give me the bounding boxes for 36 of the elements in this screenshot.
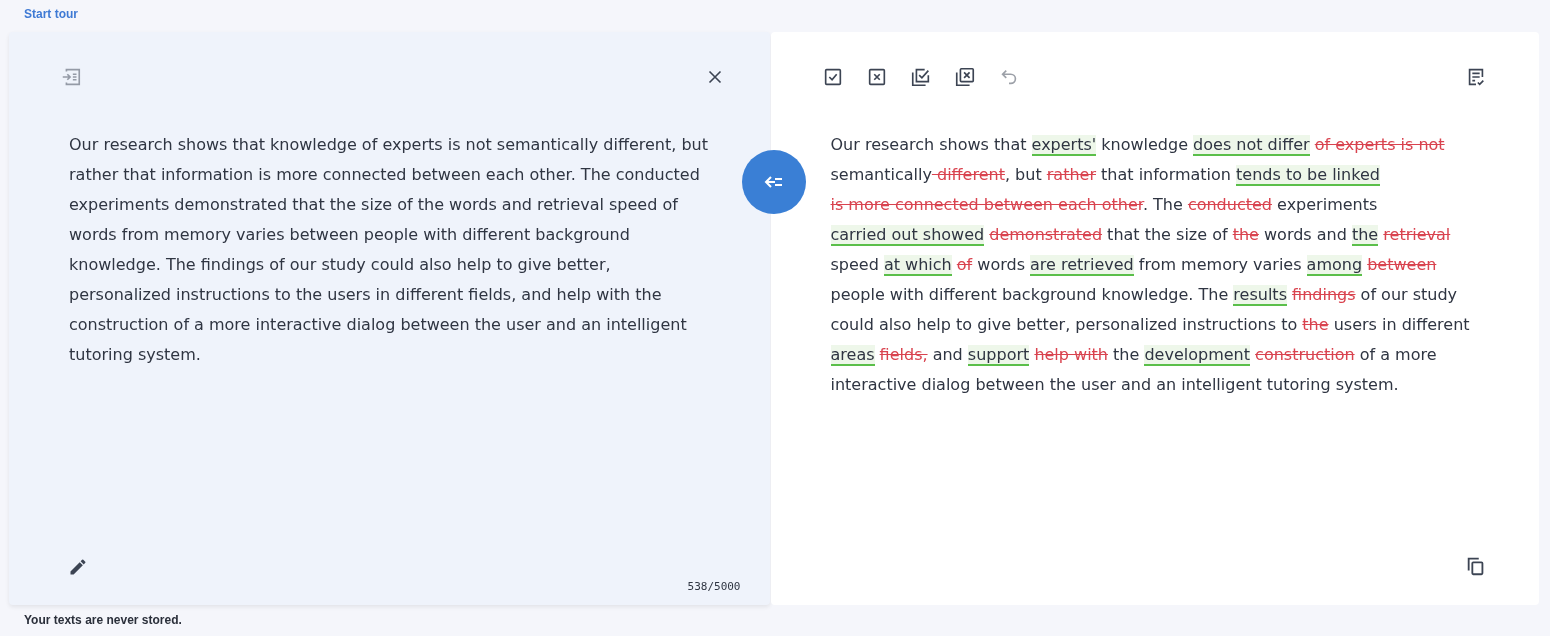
deleted-text[interactable]: conducted	[1187, 195, 1272, 214]
source-text[interactable]: Our research shows that knowledge of experts is not semantically different, but rather that information is more connected between each other. The conducted experiments demonstrated that the size of the words and retrieval speed of words from memory varies between people with different background knowledge. The findings of our study could also help to give better, personalized instructions to the users in different fields, and help with the construction of a more interactive dialog between the user and an intelligent tutoring system.	[56, 130, 730, 553]
inserted-text[interactable]: areas	[830, 345, 875, 366]
deleted-text[interactable]: of	[956, 255, 973, 274]
stacked-cross-icon	[953, 66, 976, 88]
inserted-text[interactable]: are retrieved	[1030, 255, 1134, 276]
inserted-text[interactable]: results	[1233, 285, 1287, 306]
deleted-text[interactable]: the	[1232, 225, 1259, 244]
deleted-text[interactable]: the	[1302, 315, 1329, 334]
deleted-text[interactable]: rather	[1046, 165, 1096, 184]
deleted-text[interactable]: demonstrated	[989, 225, 1103, 244]
deleted-text[interactable]: is more connected between each other	[830, 195, 1143, 214]
privacy-note: Your texts are never stored.	[23, 612, 183, 627]
inserted-text[interactable]: tends to be linked	[1236, 165, 1380, 186]
deleted-text[interactable]: between	[1367, 255, 1437, 274]
character-counter: 538/5000	[687, 580, 741, 593]
inserted-text[interactable]: support	[967, 345, 1030, 366]
deleted-text[interactable]: construction	[1255, 345, 1355, 364]
inserted-text[interactable]: experts'	[1031, 135, 1097, 156]
deleted-text[interactable]: retrieval	[1383, 225, 1451, 244]
deleted-text[interactable]: help with	[1034, 345, 1108, 364]
corrected-text: Our research shows that experts' knowledge does not differ of experts is not semantically different, but rather that information tends to be linked is more connected between each other. The conducted experiments carried out showed demonstrated that the size of the words and the retrieval speed at which of words are retrieved from memory varies among between people with different background knowledge. The results findings of our study could also help to give better, personalized instructions to the users in different areas fields, and support help with the development construction of a more interactive dialog between the user and an intelligent tutoring system.	[829, 134, 1471, 396]
inserted-text[interactable]: development	[1144, 345, 1250, 366]
inserted-text[interactable]: among	[1306, 255, 1363, 276]
start-tour-link[interactable]: Start tour	[24, 6, 78, 21]
paste-lines-icon	[60, 66, 82, 88]
deleted-text[interactable]: of experts is not	[1314, 135, 1445, 154]
inserted-text[interactable]: carried out showed	[830, 225, 985, 246]
inserted-text[interactable]: at which	[883, 255, 952, 276]
inserted-text[interactable]: the	[1351, 225, 1379, 246]
pencil-icon	[68, 557, 88, 577]
deleted-text[interactable]: fields,	[879, 345, 928, 364]
deleted-text[interactable]: findings	[1292, 285, 1356, 304]
inserted-text[interactable]: does not differ	[1193, 135, 1310, 156]
deleted-text[interactable]: different	[931, 165, 1005, 184]
stacked-check-icon	[909, 66, 932, 88]
